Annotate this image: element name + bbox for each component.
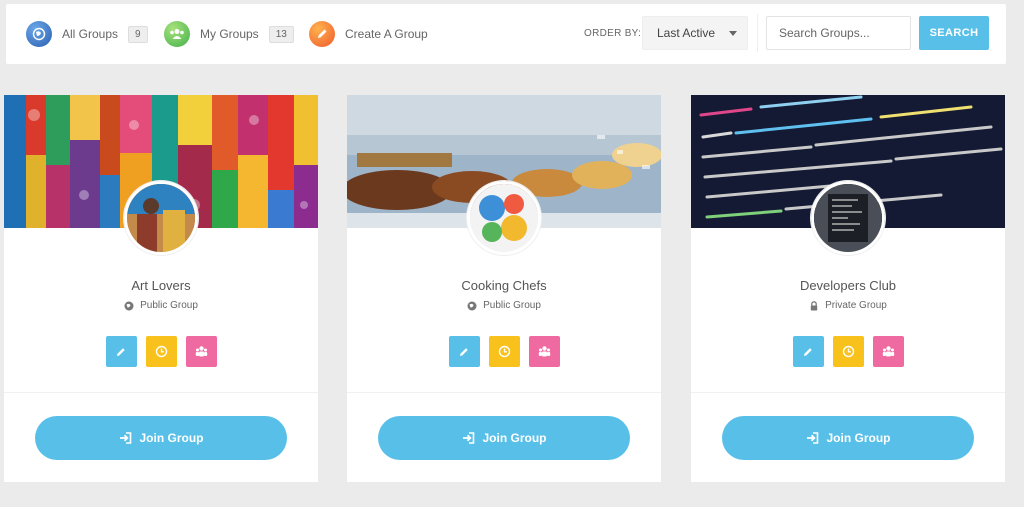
all-groups-tab[interactable]: All Groups 9: [26, 20, 148, 48]
globe-icon: [26, 21, 52, 47]
clock-icon: [498, 345, 510, 358]
activity-button[interactable]: [832, 336, 864, 367]
create-group-link[interactable]: Create A Group: [309, 20, 428, 48]
card-divider: [4, 392, 318, 393]
group-type-label: Public Group: [483, 300, 541, 311]
edit-group-button[interactable]: [448, 336, 480, 367]
caret-down-icon: [729, 31, 737, 36]
users-icon: [164, 21, 190, 47]
group-actions: [4, 336, 318, 367]
group-type-label: Public Group: [140, 300, 198, 311]
group-type: Private Group: [691, 300, 1005, 311]
group-name[interactable]: Art Lovers: [4, 278, 318, 293]
group-avatar[interactable]: [124, 181, 198, 255]
pencil-icon: [460, 347, 468, 356]
sign-in-icon: [806, 432, 818, 444]
group-avatar[interactable]: [467, 181, 541, 255]
sign-in-icon: [462, 432, 474, 444]
globe-icon: [124, 301, 134, 310]
groups-filter-bar: All Groups 9 My Groups 13 Create A Group…: [6, 4, 1006, 64]
group-card: Cooking Chefs Public Group Join Group: [347, 95, 661, 482]
join-group-label: Join Group: [139, 431, 204, 445]
group-icon: [195, 346, 207, 357]
activity-button[interactable]: [488, 336, 520, 367]
group-name[interactable]: Cooking Chefs: [347, 278, 661, 293]
group-type: Public Group: [347, 300, 661, 311]
clock-icon: [155, 345, 167, 358]
all-groups-label: All Groups: [62, 27, 119, 41]
group-type: Public Group: [4, 300, 318, 311]
members-button[interactable]: [872, 336, 904, 367]
join-group-label: Join Group: [482, 431, 547, 445]
join-group-button[interactable]: Join Group: [722, 416, 974, 460]
my-groups-count: 13: [268, 25, 294, 43]
sign-in-icon: [119, 432, 131, 444]
group-avatar[interactable]: [811, 181, 885, 255]
edit-group-button[interactable]: [792, 336, 824, 367]
edit-group-button[interactable]: [105, 336, 137, 367]
pencil-icon: [804, 347, 812, 356]
divider: [757, 14, 758, 52]
members-button[interactable]: [185, 336, 217, 367]
order-by-label: ORDER BY:: [584, 28, 642, 39]
group-name[interactable]: Developers Club: [691, 278, 1005, 293]
pencil-icon: [309, 21, 335, 47]
search-groups-input[interactable]: [766, 16, 911, 50]
group-icon: [882, 346, 894, 357]
join-group-label: Join Group: [826, 431, 891, 445]
activity-button[interactable]: [145, 336, 177, 367]
join-group-button[interactable]: Join Group: [378, 416, 630, 460]
group-card: Developers Club Private Group Join Group: [691, 95, 1005, 482]
join-group-button[interactable]: Join Group: [35, 416, 287, 460]
my-groups-tab[interactable]: My Groups 13: [164, 20, 294, 48]
lock-icon: [810, 300, 818, 310]
card-divider: [691, 392, 1005, 393]
group-actions: [691, 336, 1005, 367]
search-button[interactable]: SEARCH: [919, 16, 989, 50]
pencil-icon: [117, 347, 125, 356]
globe-icon: [467, 301, 477, 310]
all-groups-count: 9: [128, 25, 148, 43]
members-button[interactable]: [528, 336, 560, 367]
group-actions: [347, 336, 661, 367]
group-icon: [538, 346, 550, 357]
card-divider: [347, 392, 661, 393]
order-by-value: Last Active: [657, 26, 716, 40]
order-by-select[interactable]: Last Active: [642, 16, 748, 50]
group-card: Art Lovers Public Group Join Group: [4, 95, 318, 482]
group-type-label: Private Group: [825, 300, 887, 311]
create-group-label: Create A Group: [345, 27, 428, 41]
clock-icon: [842, 345, 854, 358]
my-groups-label: My Groups: [200, 27, 259, 41]
